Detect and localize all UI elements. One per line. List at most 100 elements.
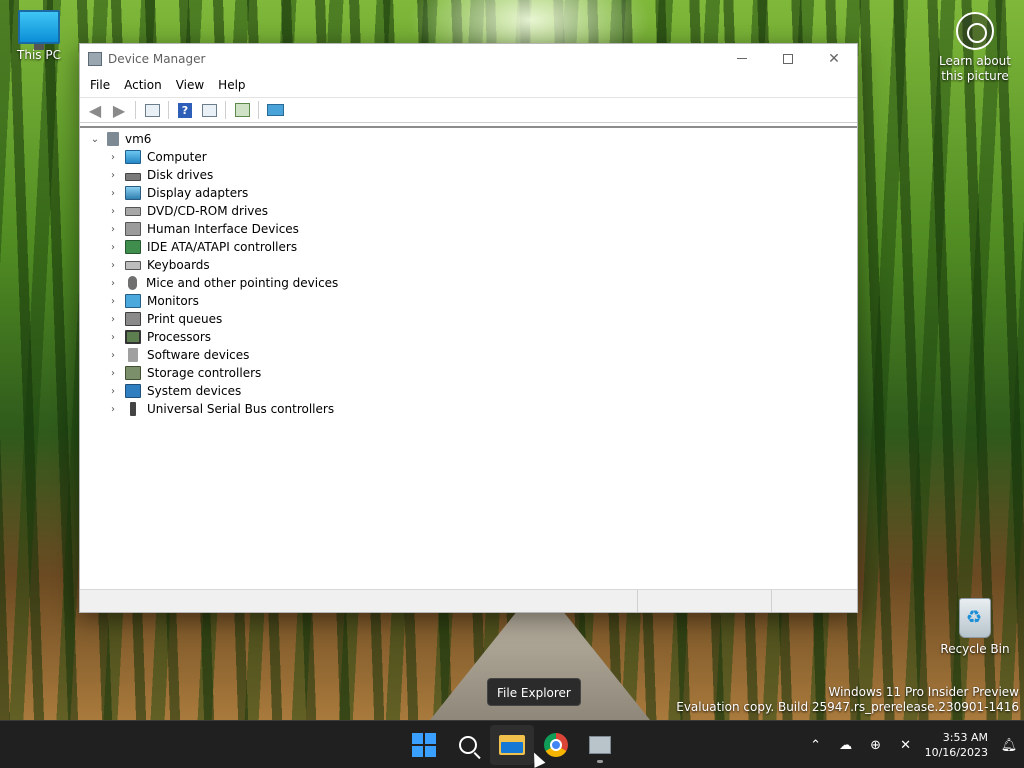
status-bar (80, 589, 857, 612)
onedrive-tray-button[interactable]: ☁ (831, 725, 861, 765)
search-button[interactable] (446, 725, 490, 765)
chevron-right-icon[interactable]: › (106, 386, 120, 397)
show-hide-console-tree-button[interactable] (141, 99, 163, 121)
chevron-right-icon[interactable]: › (106, 332, 120, 343)
folder-icon (499, 735, 525, 755)
chevron-right-icon[interactable]: › (106, 152, 120, 163)
tree-item-ide-ata-atapi-controllers[interactable]: › IDE ATA/ATAPI controllers (80, 238, 857, 256)
taskbar-tooltip: File Explorer (487, 678, 581, 706)
tree-item-processors[interactable]: › Processors (80, 328, 857, 346)
status-pane-tertiary (772, 590, 857, 612)
chevron-right-icon[interactable]: › (106, 368, 120, 379)
chevron-up-icon: ⌃ (810, 737, 822, 753)
tree-item-storage-controllers[interactable]: › Storage controllers (80, 364, 857, 382)
notifications-button[interactable]: 🔔︎ (994, 725, 1024, 765)
printer-icon (125, 312, 141, 326)
monitor-icon (125, 294, 141, 308)
show-hidden-icons-button[interactable]: ⌃ (801, 725, 831, 765)
tree-item-keyboards[interactable]: › Keyboards (80, 256, 857, 274)
monitor-icon (266, 104, 284, 116)
chevron-right-icon[interactable]: › (106, 296, 120, 307)
keyboard-icon (125, 260, 141, 270)
scan-hardware-button[interactable] (231, 99, 253, 121)
chevron-right-icon[interactable]: › (106, 260, 120, 271)
status-pane-secondary (638, 590, 772, 612)
device-manager-window[interactable]: Device Manager ✕ File Action View Help ◀… (79, 43, 858, 613)
chevron-right-icon[interactable]: › (106, 224, 120, 235)
tree-root[interactable]: ⌄ vm6 (80, 130, 857, 148)
clock-date: 10/16/2023 (924, 746, 988, 759)
menu-file[interactable]: File (83, 73, 117, 97)
close-button[interactable]: ✕ (811, 44, 857, 73)
chevron-right-icon[interactable]: › (106, 278, 120, 289)
desktop-icon-learn-about-picture[interactable]: Learn about this picture (937, 12, 1013, 84)
display-adapter-icon (125, 186, 141, 200)
clock-time: 3:53 AM (942, 731, 988, 744)
cloud-off-icon: ☁ (839, 737, 853, 753)
menu-view[interactable]: View (169, 73, 211, 97)
tree-item-software-devices[interactable]: › Software devices (80, 346, 857, 364)
scan-hardware-icon (234, 103, 250, 117)
tree-item-label: Human Interface Devices (147, 222, 299, 236)
tree-item-display-adapters[interactable]: › Display adapters (80, 184, 857, 202)
software-device-icon (128, 348, 138, 362)
windows-logo-icon (412, 733, 436, 757)
bell-icon: 🔔︎ (1000, 737, 1018, 753)
tree-item-monitors[interactable]: › Monitors (80, 292, 857, 310)
title-bar[interactable]: Device Manager ✕ (80, 44, 857, 73)
chevron-right-icon[interactable]: › (106, 350, 120, 361)
chevron-right-icon[interactable]: › (106, 170, 120, 181)
chevron-right-icon[interactable]: › (106, 188, 120, 199)
desktop-icon-this-pc[interactable]: This PC (1, 10, 77, 63)
menu-help[interactable]: Help (211, 73, 252, 97)
tree-item-dvd-cd-rom-drives[interactable]: › DVD/CD-ROM drives (80, 202, 857, 220)
device-tree[interactable]: ⌄ vm6 › Computer › Disk drives › Display… (80, 126, 857, 589)
chevron-right-icon[interactable]: › (106, 314, 120, 325)
tree-item-system-devices[interactable]: › System devices (80, 382, 857, 400)
clock[interactable]: 3:53 AM 10/16/2023 (921, 730, 994, 760)
device-manager-taskbar-button[interactable] (578, 725, 622, 765)
running-indicator (597, 760, 603, 763)
disk-drive-icon (125, 173, 141, 181)
back-button[interactable]: ◀ (84, 99, 106, 121)
menu-action[interactable]: Action (117, 73, 169, 97)
desktop-icon-recycle-bin[interactable]: Recycle Bin (937, 598, 1013, 657)
tree-item-label: Computer (147, 150, 207, 164)
file-explorer-button[interactable] (490, 725, 534, 765)
speaker-muted-icon: ✕ (900, 737, 912, 753)
tree-item-usb-controllers[interactable]: › Universal Serial Bus controllers (80, 400, 857, 418)
action-pane-button[interactable] (198, 99, 220, 121)
chevron-right-icon[interactable]: › (106, 206, 120, 217)
minimize-button[interactable] (719, 44, 765, 73)
volume-tray-button[interactable]: ✕ (891, 725, 921, 765)
tree-item-label: Disk drives (147, 168, 214, 182)
help-button[interactable]: ? (174, 99, 196, 121)
tree-item-label: IDE ATA/ATAPI controllers (147, 240, 298, 254)
hid-icon (125, 222, 141, 236)
tree-item-label: DVD/CD-ROM drives (147, 204, 269, 218)
tree-item-print-queues[interactable]: › Print queues (80, 310, 857, 328)
arrow-left-icon: ◀ (88, 100, 102, 120)
tree-root-label: vm6 (125, 132, 152, 146)
tree-item-disk-drives[interactable]: › Disk drives (80, 166, 857, 184)
tree-item-human-interface-devices[interactable]: › Human Interface Devices (80, 220, 857, 238)
maximize-button[interactable] (765, 44, 811, 73)
close-icon: ✕ (828, 50, 840, 67)
usb-icon (130, 402, 136, 416)
tree-item-label: Mice and other pointing devices (146, 276, 339, 290)
chevron-right-icon[interactable]: › (106, 404, 120, 415)
tree-item-computer[interactable]: › Computer (80, 148, 857, 166)
help-icon: ? (178, 102, 192, 118)
toolbar-separator (168, 101, 169, 119)
learn-label-line2: this picture (941, 69, 1009, 83)
chevron-down-icon[interactable]: ⌄ (88, 134, 102, 145)
search-icon (459, 736, 477, 754)
chevron-right-icon[interactable]: › (106, 242, 120, 253)
optical-drive-icon (125, 206, 141, 216)
tree-item-mice[interactable]: › Mice and other pointing devices (80, 274, 857, 292)
network-tray-button[interactable]: ⊕ (861, 725, 891, 765)
chrome-icon (544, 733, 568, 757)
start-button[interactable] (402, 725, 446, 765)
forward-button[interactable]: ▶ (108, 99, 130, 121)
devices-by-connection-button[interactable] (264, 99, 286, 121)
